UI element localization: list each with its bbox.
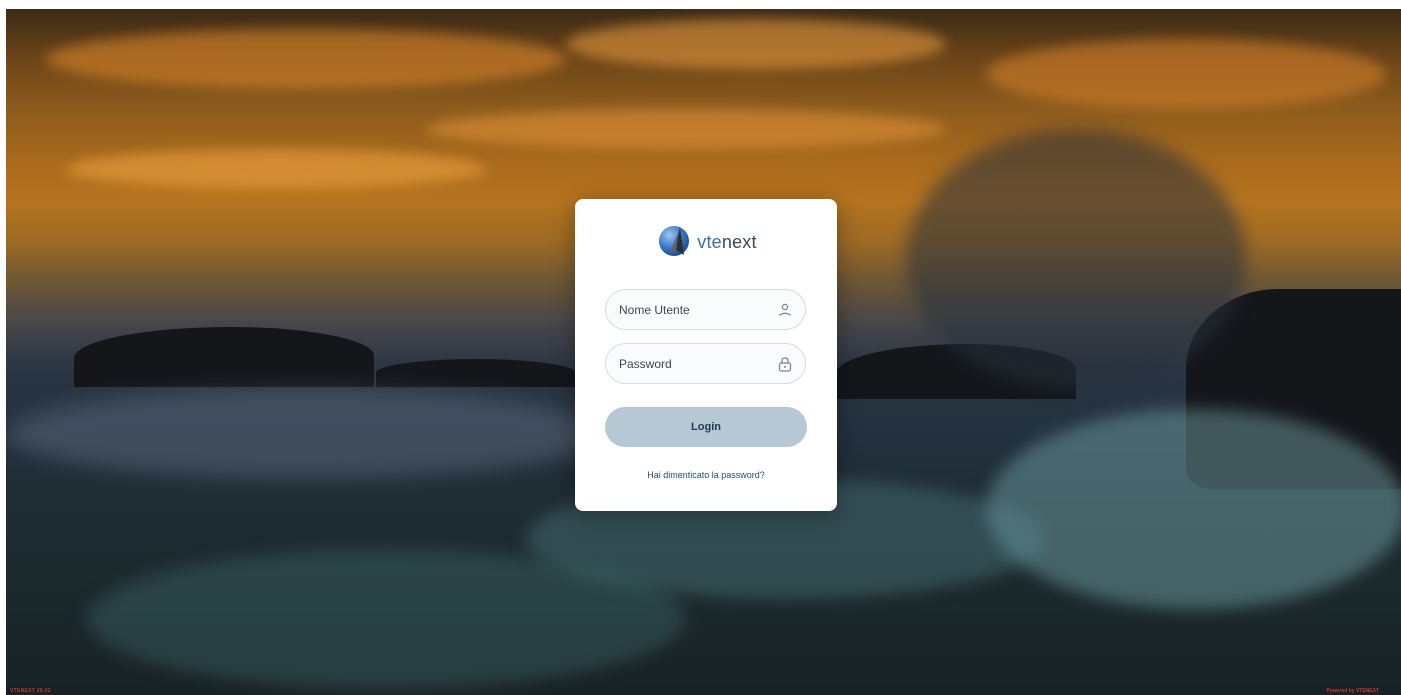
wave-splash [906,129,1246,389]
cloud [46,29,566,89]
sea-reflection [6,389,606,479]
wave-foam [986,409,1401,609]
rock-island-left [74,327,374,387]
brand-prefix: vte [697,231,722,252]
version-label: VTENEXT 25.02 [10,688,51,694]
wave-foam [86,549,686,689]
username-field [605,289,806,330]
cloud [426,109,946,149]
vtenext-logo-icon [659,226,690,256]
cloud [66,149,486,189]
rock-island-small [376,359,576,387]
credits-label: Powered by VTENEXT [1326,688,1379,694]
login-card: vtenext Login Hai dimenticato la passwor… [575,199,837,511]
username-input[interactable] [606,290,766,329]
user-icon [778,303,792,316]
cloud [986,39,1386,109]
lock-icon [778,357,792,372]
brand-name: vtenext [697,232,756,253]
brand-suffix: next [721,231,757,252]
password-input[interactable] [606,344,766,383]
forgot-password-link[interactable]: Hai dimenticato la password? [575,470,837,480]
brand: vtenext [575,221,837,263]
cloud [566,19,946,69]
login-button[interactable]: Login [605,407,807,447]
password-field [605,343,806,384]
